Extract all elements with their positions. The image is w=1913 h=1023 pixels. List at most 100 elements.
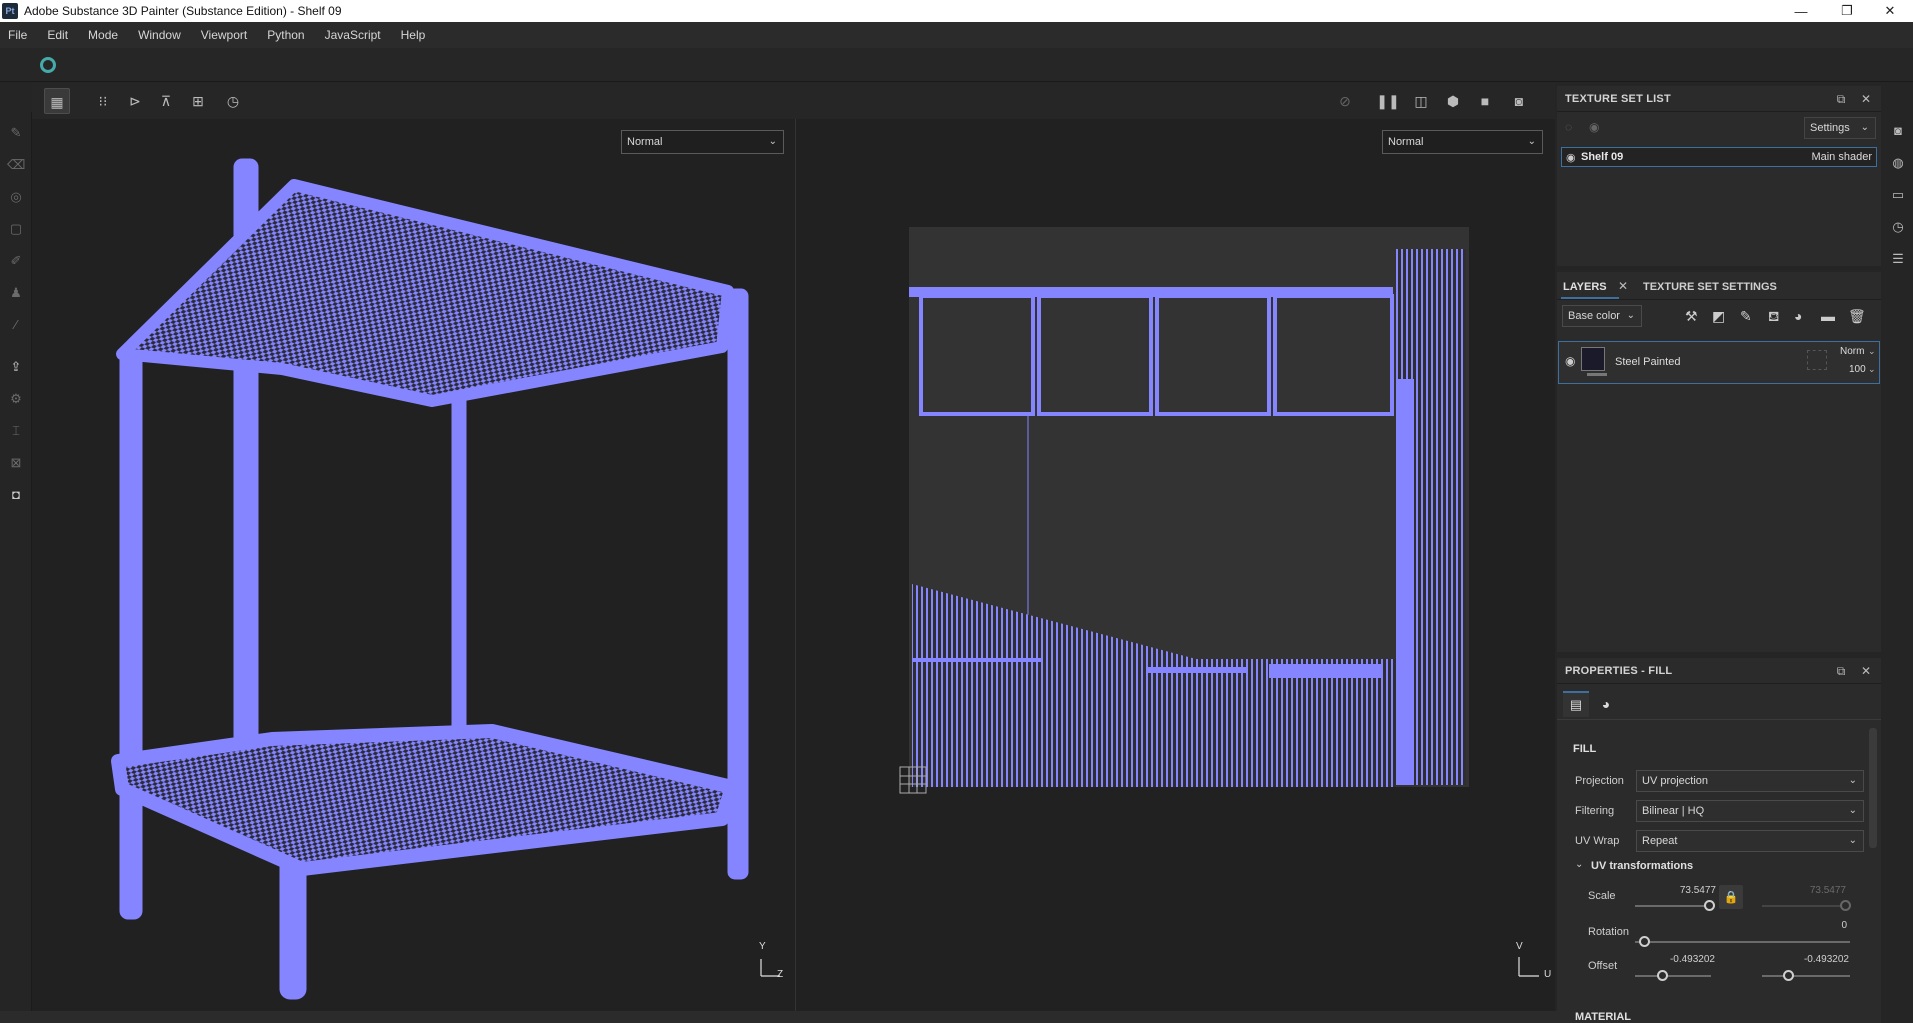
properties-scrollbar[interactable]: [1869, 728, 1877, 848]
minimize-button[interactable]: —: [1778, 0, 1824, 22]
mirror-x-icon[interactable]: ⊳: [122, 88, 148, 114]
undock-icon[interactable]: ⧉: [1833, 91, 1849, 107]
clone-icon[interactable]: ♟: [7, 284, 25, 302]
paint-brush-icon[interactable]: ✎: [7, 124, 25, 142]
add-paint-layer-icon[interactable]: ✎: [1740, 308, 1752, 325]
rotation-value[interactable]: 0: [1797, 920, 1847, 931]
camera-settings-icon[interactable]: ◙: [1889, 122, 1907, 140]
close-icon[interactable]: ✕: [1618, 279, 1628, 293]
tab-texture-set-settings[interactable]: TEXTURE SET SETTINGS: [1643, 281, 1777, 293]
undock-icon[interactable]: ⧉: [1833, 663, 1849, 679]
close-icon[interactable]: ✕: [1858, 663, 1874, 679]
grid-view-icon[interactable]: ⁝⁝: [90, 88, 116, 114]
scale-slider-track[interactable]: [1635, 905, 1711, 907]
axis-label-u: U: [1544, 969, 1552, 980]
chevron-down-icon[interactable]: ⌄: [1575, 859, 1583, 870]
material-tab-icon[interactable]: ◕: [1593, 691, 1619, 717]
log-icon[interactable]: ☰: [1889, 250, 1907, 268]
layer-row[interactable]: ◉ Steel Painted Norm ⌄ 100 ⌄: [1558, 341, 1880, 384]
projection-label: Projection: [1575, 775, 1624, 787]
live-mode-icon[interactable]: [40, 57, 56, 73]
history-icon[interactable]: ◷: [220, 88, 246, 114]
slice-icon[interactable]: ⊠: [7, 454, 25, 472]
offset-u-value[interactable]: -0.493202: [1637, 954, 1715, 965]
hide-icon[interactable]: ⊘: [1332, 88, 1358, 114]
offset-v-slider-knob[interactable]: [1783, 970, 1794, 981]
cube-icon[interactable]: ⬢: [1440, 88, 1466, 114]
layer-opacity[interactable]: 100: [1849, 364, 1866, 375]
menu-window[interactable]: Window: [128, 28, 191, 42]
menu-viewport[interactable]: Viewport: [191, 28, 257, 42]
scale-v-slider-track[interactable]: [1762, 905, 1850, 907]
smudge-icon[interactable]: ✐: [7, 252, 25, 270]
eraser-icon[interactable]: ⌫: [7, 156, 25, 174]
channel-select[interactable]: Base color ⌄: [1562, 305, 1642, 327]
scale-value-v[interactable]: 73.5477: [1767, 885, 1846, 896]
scale-value[interactable]: 73.5477: [1647, 885, 1716, 896]
add-folder-icon[interactable]: ▬: [1821, 308, 1835, 324]
screenshot-icon[interactable]: ◙: [1506, 88, 1532, 114]
maximize-button[interactable]: ❐: [1824, 0, 1870, 22]
close-icon[interactable]: ✕: [1858, 91, 1874, 107]
layer-visibility-icon[interactable]: ◉: [1565, 354, 1575, 368]
camera-icon[interactable]: ■: [1472, 88, 1498, 114]
history-panel-icon[interactable]: ◷: [1889, 218, 1907, 236]
export-icon[interactable]: ◘: [7, 486, 25, 504]
hide-eye-icon[interactable]: ◌: [1565, 120, 1572, 134]
filtering-select[interactable]: Bilinear | HQ ⌄: [1636, 800, 1864, 822]
texture-set-item[interactable]: ◉ Shelf 09 Main shader: [1561, 147, 1877, 167]
menu-mode[interactable]: Mode: [78, 28, 128, 42]
tab-layers[interactable]: LAYERS: [1563, 281, 1607, 293]
geometry-mask-icon[interactable]: ▢: [7, 220, 25, 238]
projection-icon[interactable]: ◎: [7, 188, 25, 206]
offset-v-slider-track[interactable]: [1762, 975, 1850, 977]
environment-icon[interactable]: ◍: [1889, 154, 1907, 172]
split-view-icon[interactable]: ◫: [1408, 88, 1434, 114]
color-picker-icon[interactable]: ⁄: [7, 316, 25, 334]
viewport-2d[interactable]: Normal ⌄ V U: [796, 119, 1555, 1011]
offset-u-slider-knob[interactable]: [1657, 970, 1668, 981]
add-fill-layer-icon[interactable]: ⛾: [1768, 308, 1779, 327]
offset-v-value[interactable]: -0.493202: [1769, 954, 1849, 965]
texture-set-shader[interactable]: Main shader: [1811, 151, 1872, 163]
rotation-slider-track[interactable]: [1635, 941, 1850, 943]
viewport-3d[interactable]: Normal ⌄ Y Z: [32, 119, 795, 1011]
eye-icon[interactable]: ◉: [1589, 120, 1599, 134]
menu-help[interactable]: Help: [391, 28, 436, 42]
texture-set-settings-dropdown[interactable]: Settings ⌄: [1804, 117, 1876, 139]
texture-set-list-header: TEXTURE SET LIST ⧉ ✕: [1557, 86, 1881, 112]
layers-panel: LAYERS ✕ TEXTURE SET SETTINGS Base color…: [1557, 272, 1881, 652]
projection-select[interactable]: UV projection ⌄: [1636, 770, 1864, 792]
scale-v-slider-knob[interactable]: [1840, 900, 1851, 911]
measure-icon[interactable]: ⚙: [7, 390, 25, 408]
menu-edit[interactable]: Edit: [37, 28, 78, 42]
bake-icon[interactable]: ⇪: [7, 358, 25, 376]
ruler-icon[interactable]: ⌶: [7, 422, 25, 440]
delete-icon[interactable]: 🗑: [1848, 308, 1866, 325]
fill-properties-icon[interactable]: ▤: [1563, 691, 1589, 717]
lock-icon[interactable]: 🔒: [1719, 885, 1743, 909]
chevron-down-icon: ⌄: [1626, 310, 1635, 321]
menu-file[interactable]: File: [0, 28, 37, 42]
layer-blend-mode[interactable]: Norm: [1840, 346, 1864, 357]
mirror-y-icon[interactable]: ⊼: [153, 88, 179, 114]
layer-name[interactable]: Steel Painted: [1615, 356, 1680, 368]
single-view-icon[interactable]: ▦: [44, 88, 70, 114]
rotation-slider-knob[interactable]: [1639, 936, 1650, 947]
menu-javascript[interactable]: JavaScript: [315, 28, 391, 42]
shelf-icon[interactable]: ▭: [1889, 186, 1907, 204]
uvwrap-select[interactable]: Repeat ⌄: [1636, 830, 1864, 852]
add-smart-material-icon[interactable]: ◕: [1794, 308, 1802, 324]
layer-mask-slot[interactable]: [1807, 350, 1827, 370]
pause-icon[interactable]: ❚❚: [1375, 88, 1401, 114]
offset-u-slider-track[interactable]: [1635, 975, 1711, 977]
add-mask-icon[interactable]: ◩: [1712, 308, 1725, 325]
add-effect-icon[interactable]: ⚒: [1685, 308, 1698, 325]
eye-icon[interactable]: ◉: [1566, 151, 1576, 164]
add-view-icon[interactable]: ⊞: [185, 88, 211, 114]
uv-layout: [899, 227, 1539, 977]
scale-slider-knob[interactable]: [1704, 900, 1715, 911]
close-window-button[interactable]: ✕: [1867, 0, 1913, 22]
uv-transformations-group[interactable]: UV transformations: [1591, 860, 1693, 872]
menu-python[interactable]: Python: [257, 28, 314, 42]
